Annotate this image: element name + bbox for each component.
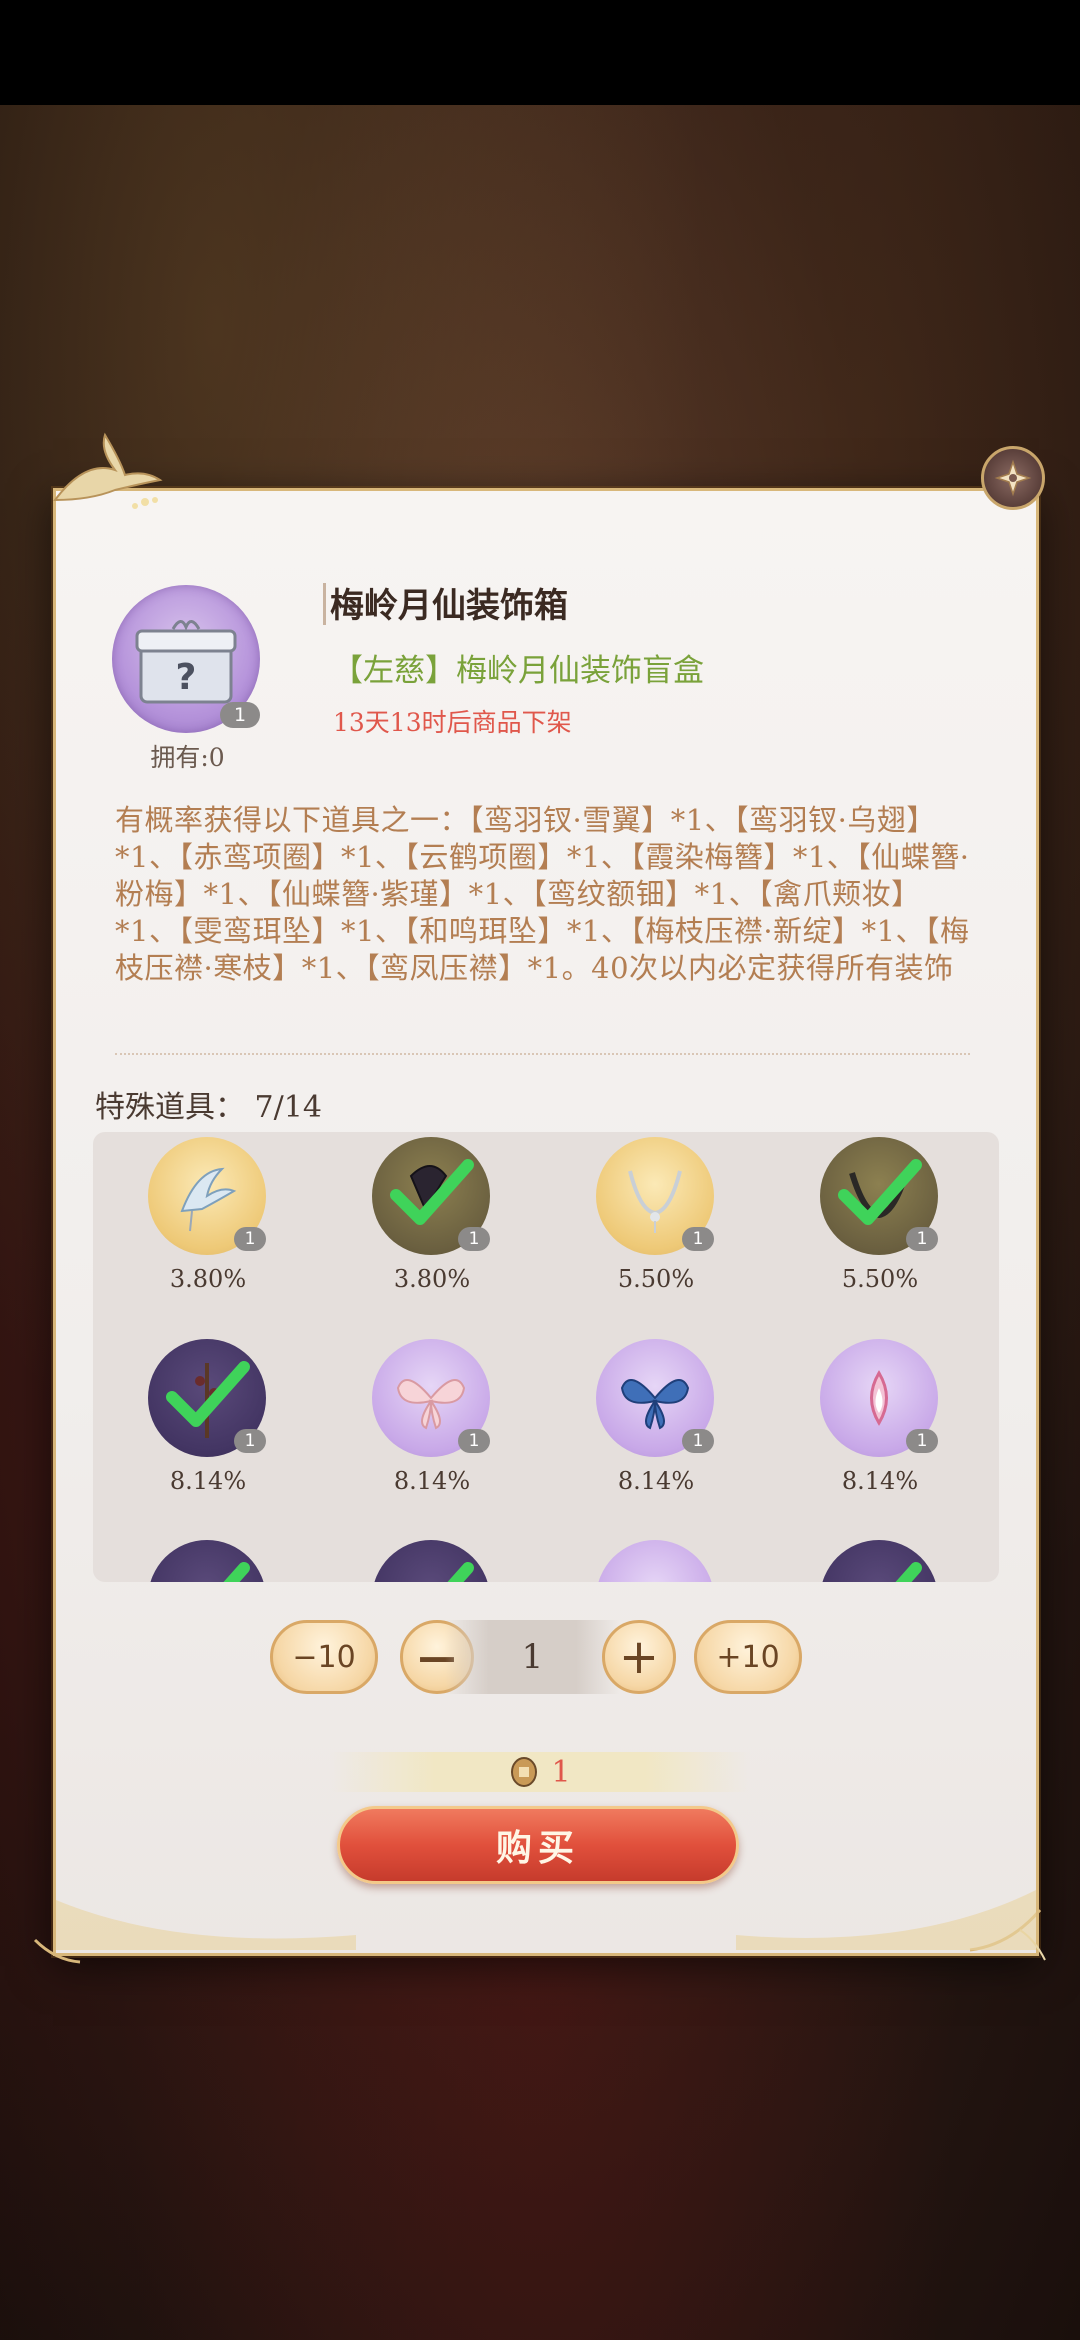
minus-10-button[interactable]: −10: [270, 1620, 378, 1694]
reward-count-badge: 1: [906, 1429, 938, 1453]
reward-item[interactable]: [372, 1540, 492, 1582]
gold-wave-ornament-icon: [56, 1890, 1036, 1950]
reward-item[interactable]: [596, 1540, 716, 1582]
checkmark-icon: [895, 1562, 922, 1582]
reward-item[interactable]: 1 8.14%: [596, 1339, 716, 1514]
drop-rate: 8.14%: [393, 1467, 471, 1495]
item-description: 有概率获得以下道具之一：【鸾羽钗·雪翼】*1、【鸾羽钗·乌翅】*1、【赤鸾项圈】…: [115, 803, 970, 985]
reward-count-badge: 1: [458, 1227, 490, 1251]
item-title: 梅岭月仙装饰箱: [330, 586, 568, 626]
delisting-timer: 13天13时后商品下架: [333, 708, 572, 737]
partial-item-icon: [596, 1540, 714, 1582]
svg-text:?: ?: [176, 657, 197, 698]
reward-count-badge: 1: [234, 1429, 266, 1453]
checkmark-icon: [223, 1562, 250, 1582]
reward-item[interactable]: 1 8.14%: [148, 1339, 268, 1514]
owned-count: 拥有:0: [150, 743, 225, 772]
special-items-count: 7/14: [254, 1090, 322, 1125]
item-subtitle: 【左慈】梅岭月仙装饰盲盒: [332, 653, 704, 689]
reward-item[interactable]: [148, 1540, 268, 1582]
quantity-input[interactable]: 1: [445, 1620, 620, 1694]
section-divider: [115, 1053, 970, 1055]
checkmark-icon: [838, 1159, 922, 1225]
reward-count-badge: 1: [682, 1429, 714, 1453]
close-button[interactable]: [981, 446, 1045, 510]
reward-item[interactable]: 1 3.80%: [148, 1137, 268, 1312]
buy-button[interactable]: 购买: [337, 1806, 739, 1884]
special-items-label: 特殊道具： 7/14: [95, 1090, 322, 1125]
reward-grid[interactable]: 1 3.80% 1 3.80% 1 5.50% 1 5.50% 1 8.14%: [93, 1132, 999, 1582]
title-divider: [323, 583, 326, 625]
reward-item[interactable]: 1 8.14%: [820, 1339, 940, 1514]
reward-item[interactable]: 1 5.50%: [596, 1137, 716, 1312]
drop-rate: 3.80%: [393, 1265, 471, 1293]
price-display: 1: [330, 1752, 750, 1792]
plus-button[interactable]: +: [602, 1620, 676, 1694]
status-bar: [0, 0, 1080, 105]
quantity-stepper: −10 — 1 + +10: [270, 1620, 810, 1694]
drop-rate: 3.80%: [169, 1265, 247, 1293]
checkmark-icon: [447, 1562, 474, 1582]
drop-rate: 8.14%: [841, 1467, 919, 1495]
reward-count-badge: 1: [682, 1227, 714, 1251]
checkmark-icon: [166, 1361, 250, 1427]
drop-rate: 5.50%: [841, 1265, 919, 1293]
reward-item[interactable]: 1 3.80%: [372, 1137, 492, 1312]
bird-ornament-icon: [52, 432, 163, 509]
reward-count-badge: 1: [234, 1227, 266, 1251]
close-icon: [994, 459, 1032, 497]
drop-rate: 5.50%: [617, 1265, 695, 1293]
reward-item[interactable]: 1 5.50%: [820, 1137, 940, 1312]
item-count-badge: 1: [220, 702, 260, 728]
drop-rate: 8.14%: [617, 1467, 695, 1495]
reward-count-badge: 1: [906, 1227, 938, 1251]
plus-10-button[interactable]: +10: [694, 1620, 802, 1694]
coin-icon: [511, 1757, 538, 1787]
reward-item[interactable]: 1 8.14%: [372, 1339, 492, 1514]
reward-item[interactable]: [820, 1540, 940, 1582]
reward-count-badge: 1: [458, 1429, 490, 1453]
price-value: 1: [551, 1754, 571, 1790]
drop-rate: 8.14%: [169, 1467, 247, 1495]
checkmark-icon: [390, 1159, 474, 1225]
